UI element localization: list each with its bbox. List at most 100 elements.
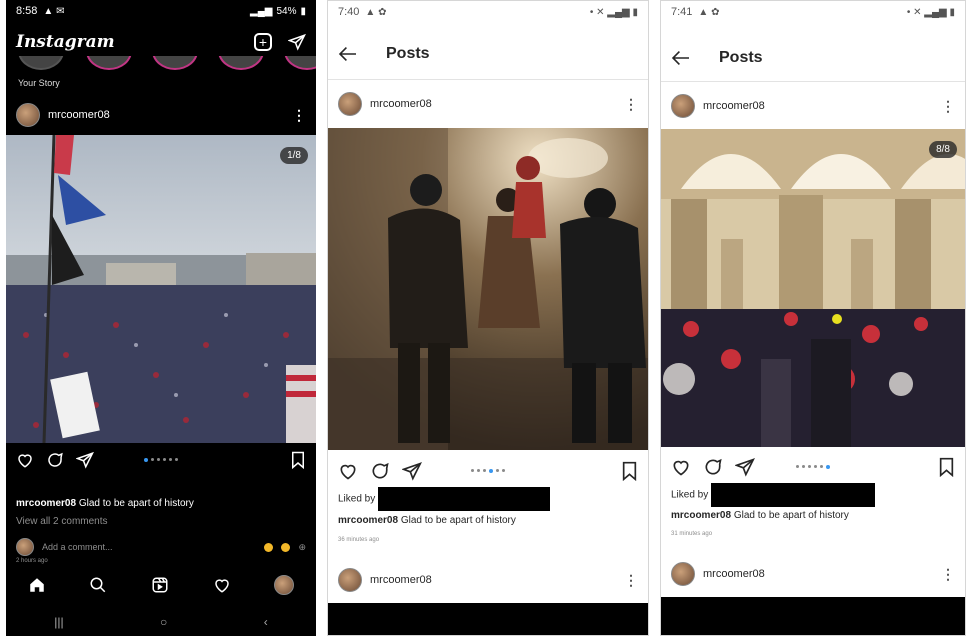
comment-icon[interactable] xyxy=(703,457,723,477)
avatar xyxy=(16,538,34,556)
system-nav-bar: ||| ○ ‹ xyxy=(6,608,316,636)
avatar[interactable] xyxy=(338,568,362,592)
emoji-reaction-icon[interactable] xyxy=(281,542,291,552)
carousel-indicator xyxy=(144,458,178,462)
top-bar: Posts xyxy=(328,31,648,77)
caption-username[interactable]: mrcoomer08 xyxy=(671,510,731,521)
next-post-photo[interactable] xyxy=(328,603,648,635)
activity-heart-icon[interactable] xyxy=(213,576,231,594)
carousel-indicator xyxy=(471,469,505,473)
avatar[interactable] xyxy=(671,94,695,118)
caption-text: Glad to be apart of history xyxy=(400,515,516,526)
home-icon[interactable] xyxy=(28,576,46,594)
post-username[interactable]: mrcoomer08 xyxy=(370,98,432,110)
status-time: 7:41 xyxy=(671,6,693,18)
post-timestamp: 2 hours ago xyxy=(16,558,48,564)
profile-avatar[interactable] xyxy=(274,575,295,595)
post-actions xyxy=(328,457,648,485)
status-time: 7:40 xyxy=(338,6,360,18)
caption-username[interactable]: mrcoomer08 xyxy=(338,515,398,526)
your-story-label: Your Story xyxy=(18,78,60,88)
post-actions xyxy=(6,446,316,474)
likes-row: Liked by xyxy=(671,483,957,507)
battery-icon: ▮ xyxy=(300,5,306,17)
status-bar: 7:41 ▲ ✿ • ✕ ▂▄▆ ▮ xyxy=(661,1,965,23)
post-photo[interactable]: 8/8 xyxy=(661,129,965,447)
notification-icon: ▲ ✿ xyxy=(698,6,720,18)
post-username[interactable]: mrcoomer08 xyxy=(48,109,110,121)
post-header: mrcoomer08 ⋮ xyxy=(6,98,316,132)
story-avatar-own[interactable] xyxy=(18,56,64,70)
avatar[interactable] xyxy=(338,92,362,116)
caption-username[interactable]: mrcoomer08 xyxy=(16,498,76,509)
notification-icon: ▲ ✉ xyxy=(43,5,65,17)
bottom-nav xyxy=(6,565,316,605)
back-arrow-icon[interactable] xyxy=(338,46,358,62)
likes-row: Liked by xyxy=(338,487,640,511)
battery-level: 54% xyxy=(276,5,297,17)
posts-screen: 7:40 ▲ ✿ • ✕ ▂▄▆ ▮ Posts mrcoomer08 ⋮ Li… xyxy=(327,0,649,636)
post-photo[interactable]: 1/8 xyxy=(6,135,316,443)
add-comment-row: Add a comment... ⊕ xyxy=(16,537,306,557)
redaction-box xyxy=(711,483,876,507)
signal-icon: • ✕ ▂▄▆ ▮ xyxy=(589,6,638,18)
signal-icon: • ✕ ▂▄▆ ▮ xyxy=(906,6,955,18)
next-post-photo[interactable] xyxy=(661,597,965,635)
post-caption: mrcoomer08 Glad to be apart of history xyxy=(671,510,957,521)
post-timestamp: 31 minutes ago xyxy=(671,531,713,537)
posts-screen: 7:41 ▲ ✿ • ✕ ▂▄▆ ▮ Posts mrcoomer08 ⋮ 8/… xyxy=(660,0,966,636)
add-comment-input[interactable]: Add a comment... xyxy=(42,542,113,552)
search-icon[interactable] xyxy=(89,576,107,594)
story-avatar[interactable] xyxy=(152,56,198,70)
more-icon[interactable]: ⋮ xyxy=(624,96,638,113)
story-avatar[interactable] xyxy=(284,56,316,70)
more-icon[interactable]: ⋮ xyxy=(624,572,638,589)
comment-icon[interactable] xyxy=(46,451,64,469)
avatar[interactable] xyxy=(671,562,695,586)
back-arrow-icon[interactable] xyxy=(671,50,691,66)
post-photo[interactable] xyxy=(328,128,648,450)
liked-by-label: Liked by xyxy=(671,489,709,501)
home-button-icon[interactable]: ○ xyxy=(160,615,167,629)
direct-message-icon[interactable] xyxy=(288,33,306,51)
story-avatar[interactable] xyxy=(86,56,132,70)
reels-icon[interactable] xyxy=(151,576,169,594)
heart-icon[interactable] xyxy=(16,451,34,469)
post-username[interactable]: mrcoomer08 xyxy=(703,568,765,580)
bookmark-icon[interactable] xyxy=(938,457,955,477)
system-back-icon[interactable]: ‹ xyxy=(264,615,268,629)
post-username[interactable]: mrcoomer08 xyxy=(370,574,432,586)
bookmark-icon[interactable] xyxy=(621,461,638,481)
share-icon[interactable] xyxy=(402,461,422,481)
status-time: 8:58 xyxy=(16,5,38,17)
top-bar: Posts xyxy=(661,35,965,81)
post-timestamp: 36 minutes ago xyxy=(338,537,380,543)
app-header: Instagram + xyxy=(6,24,316,60)
stories-tray[interactable] xyxy=(6,56,316,76)
new-post-icon[interactable]: + xyxy=(254,33,272,51)
more-icon[interactable]: ⋮ xyxy=(941,98,955,115)
bookmark-icon[interactable] xyxy=(290,451,306,469)
story-avatar[interactable] xyxy=(218,56,264,70)
emoji-reaction-icon[interactable] xyxy=(264,542,274,552)
post-username[interactable]: mrcoomer08 xyxy=(703,100,765,112)
avatar[interactable] xyxy=(16,103,40,127)
heart-icon[interactable] xyxy=(338,461,358,481)
share-icon[interactable] xyxy=(76,451,94,469)
heart-icon[interactable] xyxy=(671,457,691,477)
page-title: Posts xyxy=(719,49,763,66)
next-post-header: mrcoomer08 ⋮ xyxy=(661,557,965,591)
carousel-indicator xyxy=(796,465,830,469)
post-header: mrcoomer08 ⋮ xyxy=(661,89,965,123)
status-bar: 7:40 ▲ ✿ • ✕ ▂▄▆ ▮ xyxy=(328,1,648,23)
share-icon[interactable] xyxy=(735,457,755,477)
more-icon[interactable]: ⋮ xyxy=(292,107,306,124)
comment-icon[interactable] xyxy=(370,461,390,481)
post-actions xyxy=(661,453,965,481)
view-comments-link[interactable]: View all 2 comments xyxy=(16,516,308,527)
add-reaction-icon[interactable]: ⊕ xyxy=(298,542,306,553)
post-caption: mrcoomer08 Glad to be apart of history xyxy=(16,498,308,509)
more-icon[interactable]: ⋮ xyxy=(941,566,955,583)
page-title: Posts xyxy=(386,45,430,62)
recent-apps-icon[interactable]: ||| xyxy=(54,615,63,629)
